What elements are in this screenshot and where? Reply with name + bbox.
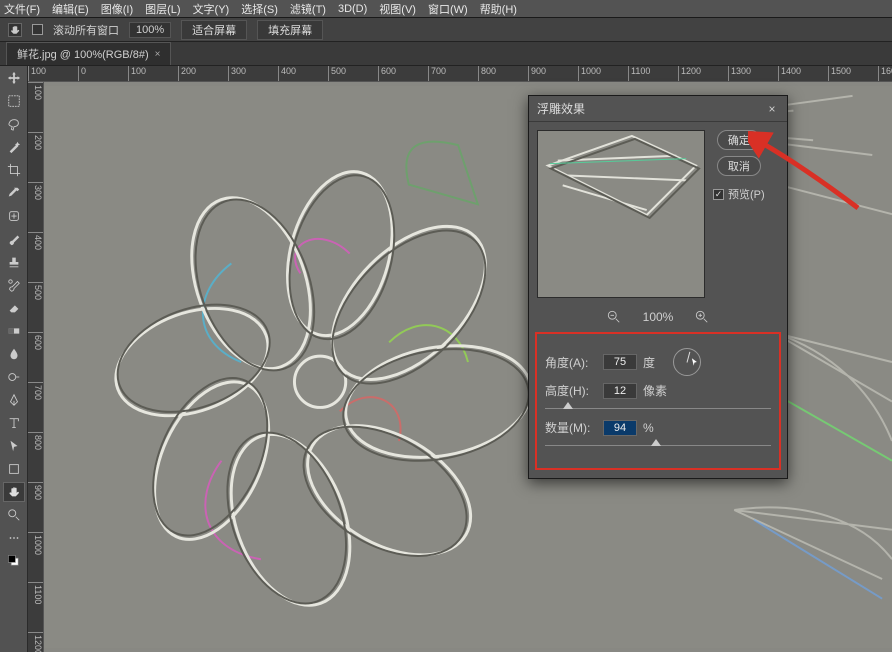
height-label: 高度(H):: [545, 382, 597, 399]
height-input[interactable]: [603, 383, 637, 399]
menu-type[interactable]: 文字(Y): [193, 1, 230, 17]
crop-tool[interactable]: [3, 160, 25, 180]
amount-input[interactable]: [603, 420, 637, 436]
scroll-all-windows-label: 滚动所有窗口: [53, 22, 119, 38]
menu-layer[interactable]: 图层(L): [145, 1, 180, 17]
shape-tool[interactable]: [3, 459, 25, 479]
ok-button[interactable]: 确定: [717, 130, 761, 150]
eyedropper-tool[interactable]: [3, 183, 25, 203]
angle-dial[interactable]: [673, 348, 701, 376]
zoom-in-icon[interactable]: [695, 310, 709, 324]
parameters-highlighted-area: 角度(A): 度 高度(H): 像素 数量(M): %: [535, 332, 781, 470]
fit-screen-button[interactable]: 适合屏幕: [181, 20, 247, 40]
amount-unit-label: %: [643, 421, 654, 435]
zoom-tool[interactable]: [3, 505, 25, 525]
type-tool[interactable]: [3, 413, 25, 433]
eraser-tool[interactable]: [3, 298, 25, 318]
scroll-all-windows-checkbox[interactable]: [32, 24, 43, 35]
history-brush-tool[interactable]: [3, 275, 25, 295]
cancel-button[interactable]: 取消: [717, 156, 761, 176]
preview-checkbox-label: 预览(P): [728, 186, 765, 202]
tools-panel: [0, 66, 28, 652]
preview-zoom-value: 100%: [643, 310, 674, 324]
fill-screen-button[interactable]: 填充屏幕: [257, 20, 323, 40]
menu-view[interactable]: 视图(V): [379, 1, 416, 17]
menu-window[interactable]: 窗口(W): [428, 1, 468, 17]
menu-image[interactable]: 图像(I): [101, 1, 133, 17]
options-bar: 滚动所有窗口 100% 适合屏幕 填充屏幕: [0, 18, 892, 42]
menu-select[interactable]: 选择(S): [241, 1, 278, 17]
preview-checkbox[interactable]: [713, 189, 724, 200]
menu-filter[interactable]: 滤镜(T): [290, 1, 326, 17]
menu-help[interactable]: 帮助(H): [480, 1, 517, 17]
close-icon[interactable]: ×: [765, 102, 779, 116]
gradient-tool[interactable]: [3, 321, 25, 341]
emboss-dialog: 浮雕效果 × 确定 取消 预览(P): [528, 95, 788, 479]
document-tab-title: 鲜花.jpg @ 100%(RGB/8#): [17, 46, 149, 62]
heal-tool[interactable]: [3, 206, 25, 226]
marquee-tool[interactable]: [3, 91, 25, 111]
cursor-icon: [690, 357, 700, 370]
close-icon[interactable]: ×: [155, 49, 161, 60]
angle-unit-label: 度: [643, 354, 655, 371]
hand-tool-chip[interactable]: [8, 23, 22, 37]
filter-preview[interactable]: [537, 130, 705, 298]
main-menubar[interactable]: 文件(F) 编辑(E) 图像(I) 图层(L) 文字(Y) 选择(S) 滤镜(T…: [0, 0, 892, 18]
height-unit-label: 像素: [643, 382, 667, 399]
lasso-tool[interactable]: [3, 114, 25, 134]
horizontal-ruler: 1000100200300400500600700800900100011001…: [28, 66, 892, 82]
vertical-ruler: 1002003004005006007008009001000110012001…: [28, 82, 44, 652]
document-tabstrip: 鲜花.jpg @ 100%(RGB/8#) ×: [0, 42, 892, 66]
hand-tool[interactable]: [3, 482, 25, 502]
stamp-tool[interactable]: [3, 252, 25, 272]
dodge-tool[interactable]: [3, 367, 25, 387]
wand-tool[interactable]: [3, 137, 25, 157]
zoom-percentage-field[interactable]: 100%: [129, 22, 171, 38]
angle-label: 角度(A):: [545, 354, 597, 371]
brush-tool[interactable]: [3, 229, 25, 249]
menu-3d[interactable]: 3D(D): [338, 3, 367, 15]
zoom-out-icon[interactable]: [607, 310, 621, 324]
amount-label: 数量(M):: [545, 419, 597, 436]
path-select-tool[interactable]: [3, 436, 25, 456]
fg-bg-swatch[interactable]: [3, 551, 25, 571]
angle-input[interactable]: [603, 354, 637, 370]
menu-file[interactable]: 文件(F): [4, 1, 40, 17]
amount-slider[interactable]: [545, 442, 771, 448]
menu-edit[interactable]: 编辑(E): [52, 1, 89, 17]
document-tab[interactable]: 鲜花.jpg @ 100%(RGB/8#) ×: [6, 42, 171, 65]
dialog-title-label: 浮雕效果: [537, 100, 585, 117]
move-tool[interactable]: [3, 68, 25, 88]
blur-tool[interactable]: [3, 344, 25, 364]
height-slider[interactable]: [545, 405, 771, 411]
pen-tool[interactable]: [3, 390, 25, 410]
edit-toolbar[interactable]: [3, 528, 25, 548]
